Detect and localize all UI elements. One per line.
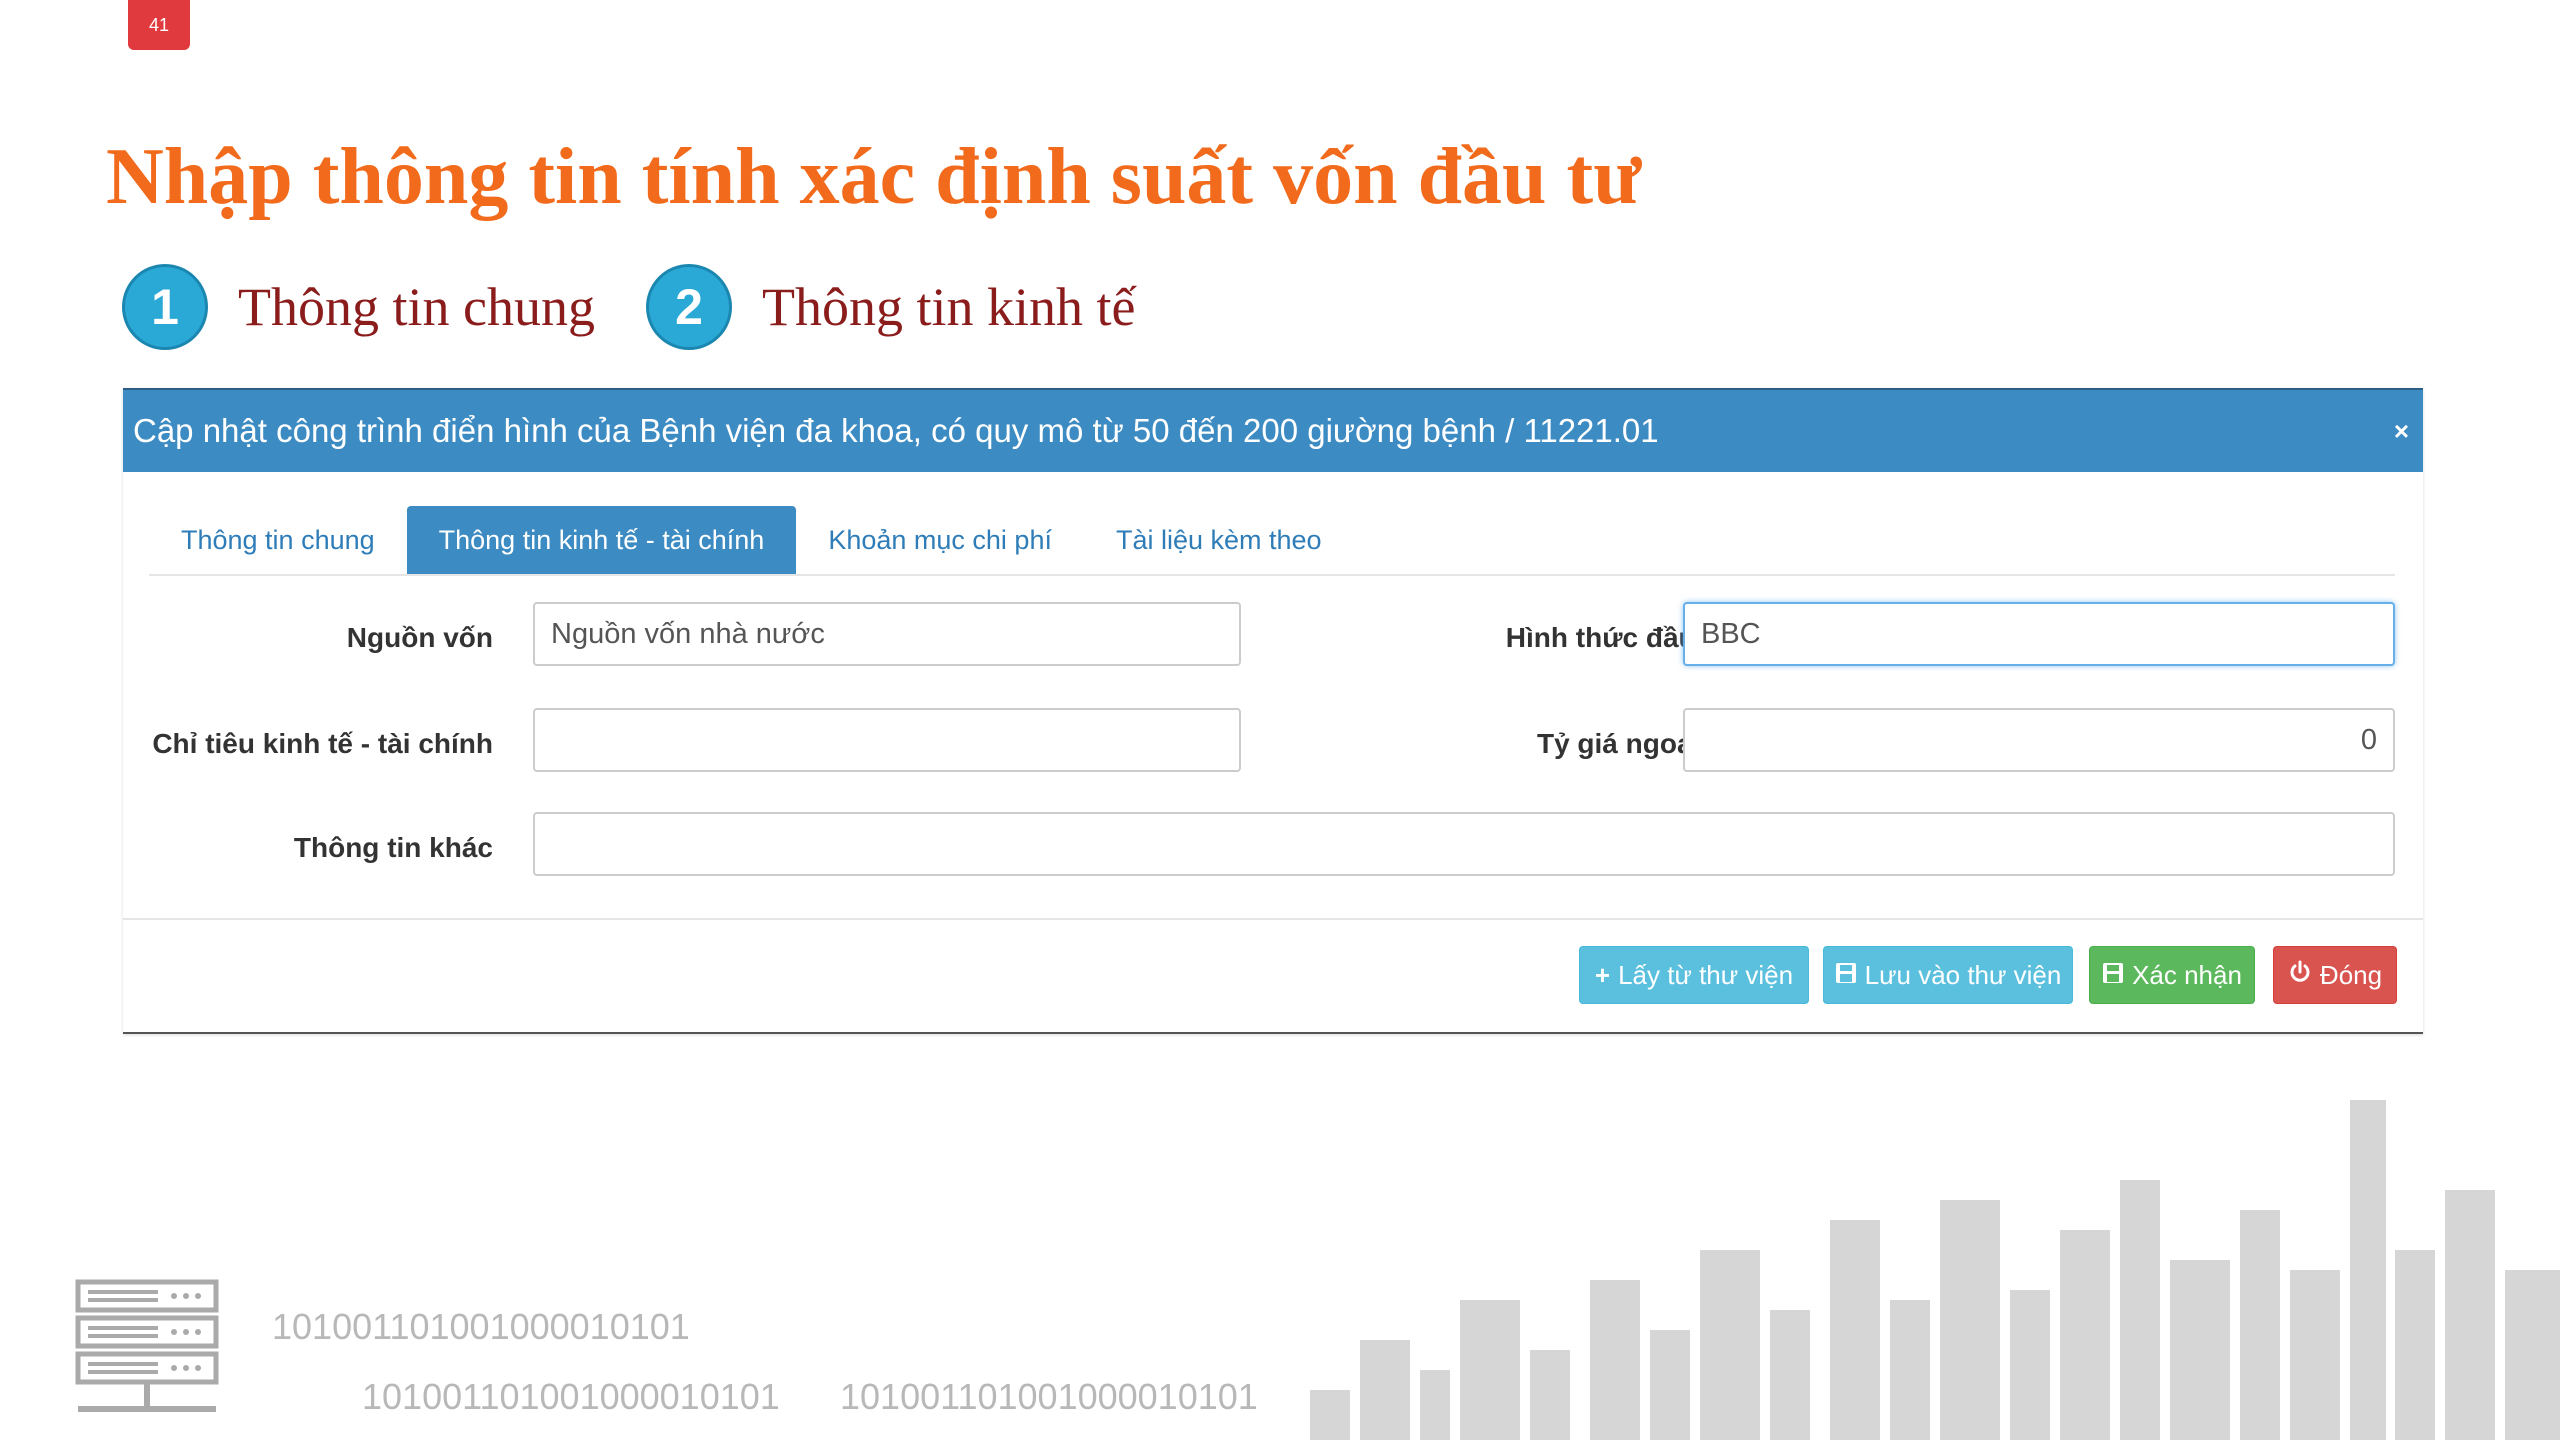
dialog-title: Cập nhật công trình điển hình của Bệnh v… [133, 412, 1659, 449]
city-skyline-illustration [1310, 1100, 2560, 1440]
hinh-thuc-dau-tu-input[interactable] [1683, 602, 2395, 666]
save-icon [2102, 960, 2124, 991]
step-1-label: Thông tin chung [238, 277, 595, 337]
save-icon [1835, 960, 1857, 991]
xac-nhan-label: Xác nhận [2132, 959, 2242, 990]
luu-vao-thu-vien-label: Lưu vào thư viện [1864, 959, 2062, 990]
tab-thong-tin-kinh-te-tai-chinh[interactable]: Thông tin kinh tế - tài chính [406, 506, 797, 574]
footer-divider [123, 918, 2423, 920]
dialog-tabs: Thông tin chung Thông tin kinh tế - tài … [149, 506, 2395, 576]
slide-number: 41 [128, 0, 190, 50]
nguon-von-label: Nguồn vốn [346, 622, 493, 653]
binary-text-2: 101001101001000010101 [362, 1376, 780, 1417]
tab-tai-lieu-kem-theo[interactable]: Tài liệu kèm theo [1084, 506, 1354, 574]
thong-tin-khac-input[interactable] [533, 812, 2395, 876]
thong-tin-khac-label: Thông tin khác [293, 832, 493, 863]
step-2: 2 Thông tin kinh tế [646, 264, 1135, 350]
chi-tieu-label: Chỉ tiêu kinh tế - tài chính [152, 728, 493, 759]
step-1: 1 Thông tin chung [122, 264, 595, 350]
tab-khoan-muc-chi-phi[interactable]: Khoản mục chi phí [796, 506, 1084, 574]
plus-icon: + [1594, 959, 1611, 990]
slide-title: Nhập thông tin tính xác định suất vốn đầ… [106, 133, 1642, 221]
step-2-label: Thông tin kinh tế [762, 277, 1136, 337]
dialog-header: Cập nhật công trình điển hình của Bệnh v… [123, 388, 2423, 472]
lay-tu-thu-vien-button[interactable]: + Lấy từ thư viện [1579, 946, 1809, 1004]
xac-nhan-button[interactable]: Xác nhận [2089, 946, 2255, 1004]
power-icon [2288, 960, 2312, 991]
binary-text-1: 10100110100100001010‍1 [272, 1306, 690, 1347]
lay-tu-thu-vien-label: Lấy từ thư viện [1618, 959, 1794, 990]
chi-tieu-input[interactable] [533, 708, 1241, 772]
tab-thong-tin-chung[interactable]: Thông tin chung [149, 506, 407, 574]
step-1-number: 1 [122, 264, 208, 350]
ty-gia-input[interactable] [1683, 708, 2395, 772]
update-dialog: Cập nhật công trình điển hình của Bệnh v… [123, 388, 2423, 1034]
luu-vao-thu-vien-button[interactable]: Lưu vào thư viện [1823, 946, 2073, 1004]
binary-text-3: 101001101001000010101 [840, 1376, 1258, 1417]
server-icon [75, 1279, 219, 1412]
step-2-number: 2 [646, 264, 732, 350]
dong-label: Đóng [2319, 959, 2383, 990]
nguon-von-input[interactable] [533, 602, 1241, 666]
dong-button[interactable]: Đóng [2273, 946, 2397, 1004]
close-icon[interactable]: × [2394, 416, 2409, 447]
